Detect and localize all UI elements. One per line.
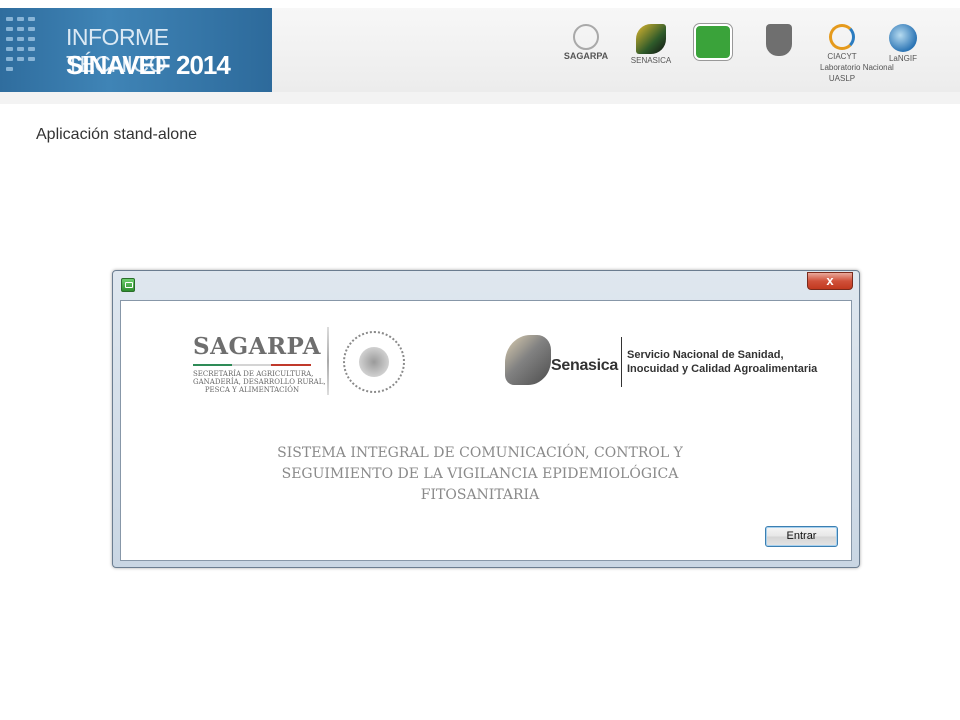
senasica-divider (621, 337, 622, 387)
system-title-line1: SISTEMA INTEGRAL DE COMUNICACIÓN, CONTRO… (277, 445, 683, 461)
sagarpa-seal-icon (573, 24, 599, 50)
header-logo-langif: LaNGIF (880, 24, 926, 63)
sagarpa-subtitle-line3: PESCA Y ALIMENTACIÓN (204, 386, 300, 394)
header-langif-name: LaNGIF (888, 54, 917, 63)
banner-title-line2: SINAVEF 2014 (66, 50, 231, 80)
header-logo-sagarpa: SAGARPA (558, 24, 614, 61)
system-title-line2: SEGUIMIENTO DE LA VIGILANCIA EPIDEMIOLÓG… (281, 466, 679, 482)
senasica-description-line1: Servicio Nacional de Sanidad, (627, 349, 784, 361)
app-icon[interactable] (121, 278, 135, 292)
header-senasica-name: SENASICA (630, 56, 672, 65)
senasica-logo-icon (636, 24, 666, 54)
uaslp-shield-icon (766, 24, 792, 56)
senasica-emblem-icon (505, 335, 551, 385)
senasica-name: Senasica (551, 357, 618, 374)
sagarpa-logo: SAGARPA SECRETARÍA DE AGRICULTURA, GANAD… (193, 333, 326, 394)
senasica-description-line2: Inocuidad y Calidad Agroalimentaria (627, 363, 818, 375)
system-title-line3: FITOSANITARIA (420, 487, 540, 503)
close-icon: x (826, 273, 834, 288)
sagarpa-subtitle-line2: GANADERÍA, DESARROLLO RURAL, (193, 378, 326, 386)
sagarpa-divider (327, 327, 329, 395)
header-ciacyt-line3: UASLP (828, 74, 856, 83)
enter-button[interactable]: Entrar (765, 526, 838, 547)
header-ciacyt-line1: CIACYT (827, 52, 857, 61)
slide-header-banner: INFORME TÉCNICO SINAVEF 2014 SAGARPA SEN… (0, 0, 960, 104)
sinavef-logo-icon (694, 24, 732, 60)
header-sagarpa-name: SAGARPA (563, 51, 609, 61)
sagarpa-color-stripe (193, 364, 311, 366)
application-window: x SAGARPA SECRETARÍA DE AGRICULTURA, GAN… (112, 270, 860, 568)
sagarpa-subtitle-line1: SECRETARÍA DE AGRICULTURA, (193, 370, 314, 378)
header-ciacyt-line2: Laboratorio Nacional (820, 63, 894, 72)
close-button[interactable]: x (807, 272, 853, 290)
window-titlebar[interactable]: x (113, 271, 859, 297)
ciacyt-logo-icon (829, 24, 855, 50)
sagarpa-name: SAGARPA (193, 333, 322, 360)
window-client-area: SAGARPA SECRETARÍA DE AGRICULTURA, GANAD… (120, 300, 852, 561)
header-logo-uaslp (756, 24, 802, 56)
langif-globe-icon (889, 24, 917, 52)
coat-of-arms-icon (343, 331, 405, 393)
banner-grid-decoration (4, 14, 44, 86)
header-logo-senasica: SENASICA (628, 24, 674, 65)
header-logo-sinavef (694, 24, 732, 60)
header-logo-ciacyt: CIACYT Laboratorio Nacional UASLP (820, 24, 894, 83)
system-title: SISTEMA INTEGRAL DE COMUNICACIÓN, CONTRO… (205, 443, 755, 506)
sinavef-banner: INFORME TÉCNICO SINAVEF 2014 (0, 8, 272, 92)
slide-subtitle: Aplicación stand-alone (36, 126, 197, 143)
banner-bottom-band (0, 92, 960, 104)
